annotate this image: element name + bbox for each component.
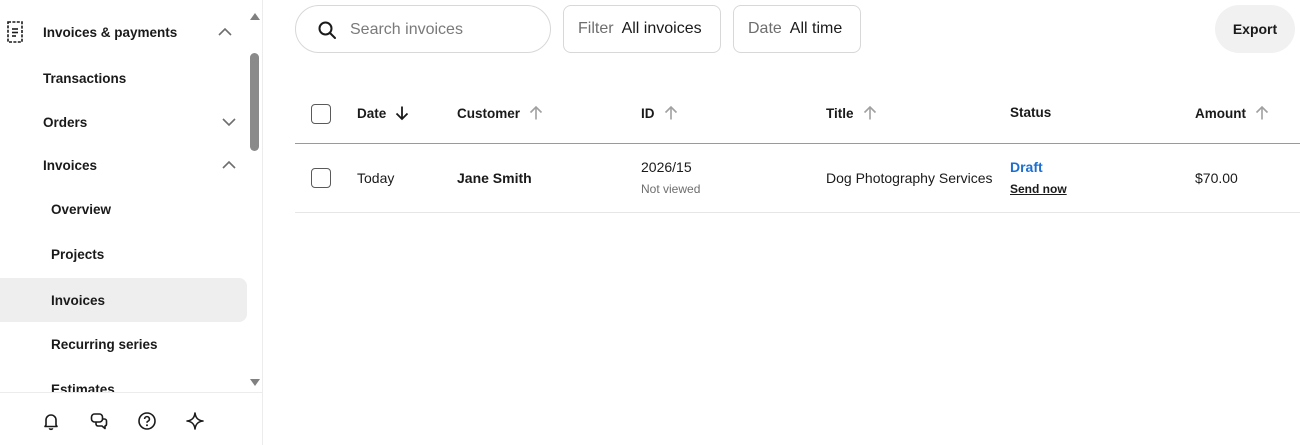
date-value: All time xyxy=(789,20,843,37)
column-header-id[interactable]: ID xyxy=(641,105,679,121)
sort-arrow-up-icon xyxy=(529,105,543,120)
sidebar-item-recurring-series[interactable]: Recurring series xyxy=(0,322,247,366)
column-header-label: ID xyxy=(641,105,655,121)
sidebar-item-invoices-group[interactable]: Invoices xyxy=(0,143,247,187)
column-header-customer[interactable]: Customer xyxy=(457,105,544,121)
sidebar-item-invoices[interactable]: Invoices xyxy=(0,278,247,322)
column-header-label: Title xyxy=(826,105,854,121)
sidebar-item-overview[interactable]: Overview xyxy=(0,187,247,231)
cell-id-subtext: Not viewed xyxy=(641,182,701,196)
sidebar-item-label: Orders xyxy=(43,114,88,130)
date-dropdown[interactable]: Date All time xyxy=(733,5,861,53)
sidebar-item-label: Estimates xyxy=(51,381,115,393)
column-header-amount[interactable]: Amount xyxy=(1195,105,1270,121)
chevron-up-icon xyxy=(221,157,237,173)
sidebar-item-estimates[interactable]: Estimates xyxy=(0,367,247,393)
table-row[interactable]: Today Jane Smith 2026/15 Not viewed Dog … xyxy=(295,144,1300,213)
sort-arrow-down-icon xyxy=(396,106,409,121)
sidebar-item-projects[interactable]: Projects xyxy=(0,232,247,276)
chevron-down-icon xyxy=(221,114,237,130)
invoice-document-icon xyxy=(7,21,23,43)
filter-value: All invoices xyxy=(621,20,702,37)
select-all-checkbox[interactable] xyxy=(311,104,331,124)
row-checkbox[interactable] xyxy=(311,168,331,188)
bell-icon[interactable] xyxy=(41,411,61,431)
column-header-label: Amount xyxy=(1195,105,1246,121)
search-input[interactable] xyxy=(350,18,540,42)
sidebar-nav: Invoices & payments Transactions Orders … xyxy=(0,0,248,392)
filter-key: Filter xyxy=(578,20,614,37)
help-icon[interactable] xyxy=(137,411,157,431)
sidebar-item-label: Recurring series xyxy=(51,336,158,352)
column-header-title[interactable]: Title xyxy=(826,105,878,121)
search-icon xyxy=(317,20,337,40)
scroll-up-arrow-icon[interactable] xyxy=(250,13,260,20)
cell-title: Dog Photography Services xyxy=(826,170,993,186)
sidebar-item-label: Invoices xyxy=(51,292,106,308)
cell-id: 2026/15 xyxy=(641,159,692,175)
sidebar-footer xyxy=(0,392,262,445)
cell-customer: Jane Smith xyxy=(457,170,532,186)
column-header-date[interactable]: Date xyxy=(357,105,410,121)
scroll-down-arrow-icon[interactable] xyxy=(250,379,260,386)
cell-amount: $70.00 xyxy=(1195,170,1238,186)
column-header-label: Customer xyxy=(457,105,521,121)
export-button[interactable]: Export xyxy=(1215,5,1295,53)
status-badge: Draft xyxy=(1010,159,1043,175)
sidebar-item-label: Transactions xyxy=(43,70,127,86)
scrollbar-thumb[interactable] xyxy=(250,53,259,151)
sidebar-section-label: Invoices & payments xyxy=(43,24,178,40)
filter-dropdown[interactable]: Filter All invoices xyxy=(563,5,721,53)
sidebar-item-orders[interactable]: Orders xyxy=(0,100,247,144)
column-header-label: Status xyxy=(1010,105,1052,120)
sort-arrow-up-icon xyxy=(1255,105,1269,120)
sidebar-section-invoices-payments[interactable]: Invoices & payments xyxy=(0,10,247,54)
sidebar-item-label: Projects xyxy=(51,246,105,262)
sidebar: Invoices & payments Transactions Orders … xyxy=(0,0,263,445)
sidebar-scrollbar[interactable] xyxy=(248,8,262,392)
sort-arrow-up-icon xyxy=(664,105,677,120)
sort-arrow-up-icon xyxy=(863,105,876,120)
table-header: Date Customer ID Title Status Amount xyxy=(295,83,1300,144)
cell-date: Today xyxy=(357,170,395,186)
sidebar-item-label: Overview xyxy=(51,201,112,217)
chat-icon[interactable] xyxy=(89,411,109,431)
sidebar-item-label: Invoices xyxy=(43,157,98,173)
date-key: Date xyxy=(748,20,782,37)
column-header-status: Status xyxy=(1010,105,1051,120)
send-now-link[interactable]: Send now xyxy=(1010,182,1067,196)
sparkle-icon[interactable] xyxy=(185,411,205,431)
sidebar-item-transactions[interactable]: Transactions xyxy=(0,56,247,100)
chevron-up-icon xyxy=(217,24,233,40)
column-header-label: Date xyxy=(357,105,387,121)
search-box[interactable] xyxy=(295,5,551,53)
